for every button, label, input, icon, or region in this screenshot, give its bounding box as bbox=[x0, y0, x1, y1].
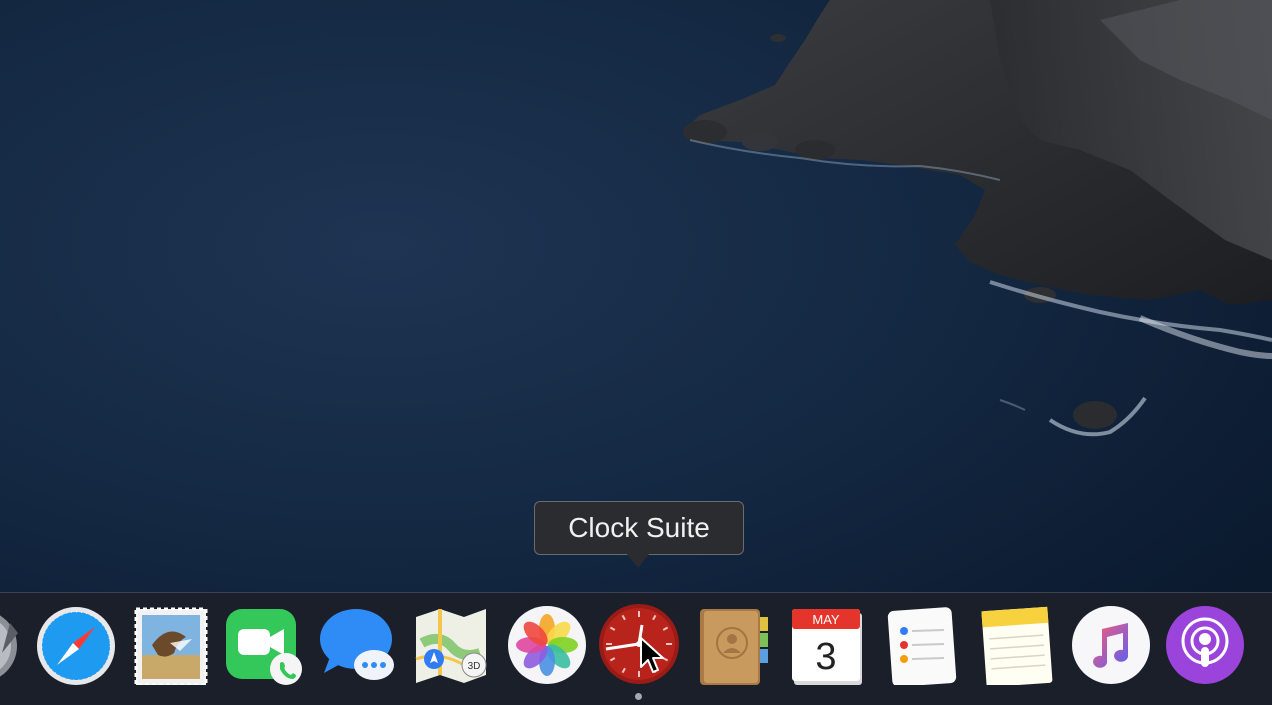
photos-flower-icon bbox=[508, 606, 586, 684]
dock-item-photos[interactable] bbox=[506, 603, 588, 685]
dock-item-podcasts[interactable] bbox=[1164, 603, 1246, 685]
dock-item-contacts[interactable] bbox=[694, 603, 776, 685]
music-note-icon bbox=[1072, 606, 1150, 684]
contacts-book-icon bbox=[700, 609, 768, 685]
dock-item-calendar[interactable]: MAY 3 bbox=[786, 603, 868, 685]
running-indicator-dot bbox=[635, 693, 642, 700]
dock-item-mail[interactable] bbox=[130, 603, 212, 685]
dock-item-safari[interactable] bbox=[35, 603, 117, 685]
dock-item-facetime[interactable] bbox=[222, 603, 304, 685]
mail-stamp-icon bbox=[134, 607, 208, 685]
mouse-cursor-icon bbox=[640, 637, 664, 673]
dock-item-launchpad[interactable] bbox=[0, 603, 22, 685]
dock-item-maps[interactable]: 3D bbox=[410, 603, 492, 685]
reminders-list-icon bbox=[887, 607, 957, 685]
podcasts-icon bbox=[1166, 606, 1244, 684]
launchpad-icon bbox=[0, 615, 18, 677]
tooltip-label: Clock Suite bbox=[568, 512, 710, 543]
dock-item-clock-suite[interactable] bbox=[598, 603, 680, 685]
calendar-day-text: 3 bbox=[815, 636, 836, 678]
dock-tooltip: Clock Suite bbox=[534, 501, 744, 555]
dock-item-reminders[interactable] bbox=[882, 603, 964, 685]
dock: 3D MAY 3 bbox=[0, 592, 1272, 705]
maps-icon: 3D bbox=[415, 609, 487, 683]
facetime-camera-icon bbox=[226, 609, 302, 685]
dock-item-music[interactable] bbox=[1070, 603, 1152, 685]
svg-text:3D: 3D bbox=[468, 661, 481, 672]
notes-pad-icon bbox=[981, 606, 1053, 685]
dock-item-messages[interactable] bbox=[318, 603, 400, 685]
calendar-month-text: MAY bbox=[812, 612, 840, 627]
tooltip-arrow bbox=[627, 554, 649, 568]
dock-item-notes[interactable] bbox=[976, 603, 1058, 685]
clock-icon bbox=[599, 604, 679, 684]
calendar-icon: MAY 3 bbox=[792, 609, 862, 685]
safari-compass-icon bbox=[37, 607, 115, 685]
messages-bubble-icon bbox=[320, 609, 394, 680]
